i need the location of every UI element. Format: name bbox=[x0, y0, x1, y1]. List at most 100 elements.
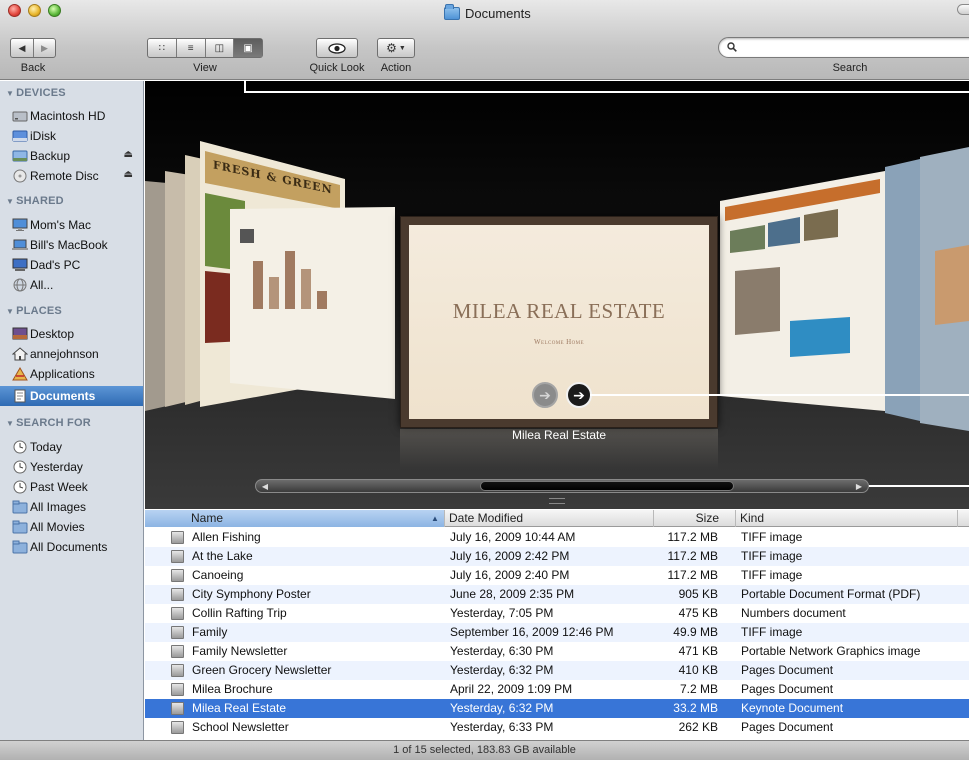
table-row[interactable]: Green Grocery Newsletter Yesterday, 6:32… bbox=[145, 661, 969, 680]
cover-flow-scrollbar[interactable]: ◀ ▶ bbox=[255, 479, 869, 493]
chevron-down-icon: ▼ bbox=[398, 44, 406, 52]
sidebar-header-shared[interactable]: ▼ SHARED bbox=[6, 195, 64, 207]
table-row[interactable]: At the Lake July 16, 2009 2:42 PM 117.2 … bbox=[145, 547, 969, 566]
sidebar-item-moms-mac[interactable]: Mom's Mac bbox=[0, 215, 143, 235]
remote-disc-icon bbox=[13, 169, 27, 183]
next-slide-button[interactable]: ➔ bbox=[566, 382, 592, 408]
folder-icon bbox=[444, 3, 460, 20]
sidebar-item-all-shared[interactable]: All... bbox=[0, 275, 143, 295]
sidebar-item-label: Yesterday bbox=[30, 460, 83, 474]
resize-grip[interactable] bbox=[549, 498, 565, 504]
numbers-file-icon bbox=[171, 607, 184, 620]
scroll-right-arrow-icon[interactable]: ▶ bbox=[850, 480, 868, 492]
zoom-window-button[interactable] bbox=[48, 4, 61, 17]
sidebar-item-dads-pc[interactable]: Dad's PC bbox=[0, 255, 143, 275]
sidebar-item-applications[interactable]: Applications bbox=[0, 364, 143, 384]
pdf-file-icon bbox=[171, 588, 184, 601]
column-header-kind[interactable]: Kind bbox=[736, 510, 958, 527]
sidebar-item-backup[interactable]: Backup ⏏ bbox=[0, 146, 143, 166]
file-date: June 28, 2009 2:35 PM bbox=[450, 587, 575, 601]
sidebar-item-yesterday[interactable]: Yesterday bbox=[0, 457, 143, 477]
file-kind: Pages Document bbox=[741, 663, 834, 677]
cover-flow-scroll-thumb[interactable] bbox=[480, 481, 734, 491]
left-covers[interactable] bbox=[145, 121, 395, 421]
file-name: City Symphony Poster bbox=[192, 587, 311, 601]
table-row[interactable]: City Symphony Poster June 28, 2009 2:35 … bbox=[145, 585, 969, 604]
back-button[interactable]: ◀ bbox=[11, 39, 33, 57]
view-label: View bbox=[193, 62, 217, 74]
cover-title: MILEA REAL ESTATE bbox=[452, 298, 666, 323]
icon-view-button[interactable]: ∷ bbox=[148, 39, 176, 57]
sidebar-item-label: iDisk bbox=[30, 129, 56, 143]
table-row-selected[interactable]: Milea Real Estate Yesterday, 6:32 PM 33.… bbox=[145, 699, 969, 718]
sidebar-item-idisk[interactable]: iDisk bbox=[0, 126, 143, 146]
sidebar-item-label: Backup bbox=[30, 149, 71, 163]
file-kind: TIFF image bbox=[741, 549, 803, 563]
sidebar-item-label: All Images bbox=[30, 500, 87, 514]
sidebar-item-bills-macbook[interactable]: Bill's MacBook bbox=[0, 235, 143, 255]
table-row[interactable]: Collin Rafting Trip Yesterday, 7:05 PM 4… bbox=[145, 604, 969, 623]
table-row[interactable]: Milea Brochure April 22, 2009 1:09 PM 7.… bbox=[145, 680, 969, 699]
sidebar-item-desktop[interactable]: Desktop bbox=[0, 324, 143, 344]
table-row[interactable]: Family Newsletter Yesterday, 6:30 PM 471… bbox=[145, 642, 969, 661]
column-header-size[interactable]: Size bbox=[654, 510, 736, 527]
eject-icon[interactable]: ⏏ bbox=[124, 169, 133, 180]
desktop-icon bbox=[12, 327, 28, 340]
file-size: 117.2 MB bbox=[667, 568, 718, 582]
clock-icon bbox=[13, 480, 27, 494]
table-row[interactable]: Canoeing July 16, 2009 2:40 PM 117.2 MB … bbox=[145, 566, 969, 585]
sidebar-header-search-for[interactable]: ▼ SEARCH FOR bbox=[6, 417, 91, 429]
forward-button[interactable]: ▶ bbox=[32, 39, 55, 57]
right-covers[interactable] bbox=[720, 121, 969, 451]
smart-folder-icon bbox=[12, 540, 28, 554]
previous-slide-button[interactable]: ➔ bbox=[532, 382, 558, 408]
search-input[interactable] bbox=[718, 37, 969, 58]
sidebar-item-today[interactable]: Today bbox=[0, 437, 143, 457]
file-size: 410 KB bbox=[678, 663, 718, 677]
file-kind: TIFF image bbox=[741, 530, 803, 544]
file-date: September 16, 2009 12:46 PM bbox=[450, 625, 614, 639]
sidebar-header-places[interactable]: ▼ PLACES bbox=[6, 305, 62, 317]
file-list: Name ▲ Date Modified Size Kind Allen Fis… bbox=[145, 510, 969, 740]
back-label: Back bbox=[20, 62, 46, 74]
quick-look-button[interactable] bbox=[316, 38, 358, 58]
sidebar-item-label: All Movies bbox=[30, 520, 85, 534]
sidebar-item-label: All... bbox=[30, 278, 54, 292]
table-row[interactable]: Allen Fishing July 16, 2009 10:44 AM 117… bbox=[145, 528, 969, 547]
column-view-button[interactable]: ◫ bbox=[204, 39, 234, 57]
sidebar-item-macintosh-hd[interactable]: Macintosh HD bbox=[0, 106, 143, 126]
minimize-window-button[interactable] bbox=[28, 4, 41, 17]
file-kind: Pages Document bbox=[741, 682, 834, 696]
action-menu-button[interactable]: ⚙ ▼ bbox=[377, 38, 415, 58]
eject-icon[interactable]: ⏏ bbox=[124, 149, 133, 160]
column-header-name[interactable]: Name bbox=[145, 510, 445, 527]
column-header-date[interactable]: Date Modified bbox=[445, 510, 654, 527]
gear-icon: ⚙ bbox=[386, 41, 397, 55]
sidebar-item-all-movies[interactable]: All Movies bbox=[0, 517, 143, 537]
selected-cover[interactable]: MILEA REAL ESTATE Welcome Home bbox=[400, 216, 718, 428]
cover-flow-view-button[interactable]: ▣ bbox=[233, 39, 262, 57]
close-window-button[interactable] bbox=[8, 4, 21, 17]
table-row[interactable]: Family September 16, 2009 12:46 PM 49.9 … bbox=[145, 623, 969, 642]
callout-line-scrollbar bbox=[869, 485, 969, 487]
file-date: Yesterday, 6:32 PM bbox=[450, 663, 554, 677]
sidebar-item-past-week[interactable]: Past Week bbox=[0, 477, 143, 497]
sidebar-header-devices[interactable]: ▼ DEVICES bbox=[6, 87, 66, 99]
file-date: Yesterday, 6:33 PM bbox=[450, 720, 554, 734]
list-view-button[interactable]: ≡ bbox=[175, 39, 205, 57]
table-row[interactable]: School Newsletter Yesterday, 6:33 PM 262… bbox=[145, 718, 969, 737]
network-icon bbox=[13, 278, 27, 292]
cover-flow-view[interactable]: FRESH & GREEN MILEA REAL ESTATE Welcome … bbox=[145, 81, 969, 509]
sidebar-item-all-documents[interactable]: All Documents bbox=[0, 537, 143, 557]
sidebar-item-all-images[interactable]: All Images bbox=[0, 497, 143, 517]
toolbar-toggle-button[interactable] bbox=[957, 4, 969, 15]
file-size: 117.2 MB bbox=[667, 549, 718, 563]
sidebar-item-annejohnson[interactable]: annejohnson bbox=[0, 344, 143, 364]
sort-ascending-icon: ▲ bbox=[431, 514, 439, 523]
scroll-left-arrow-icon[interactable]: ◀ bbox=[256, 480, 274, 492]
file-size: 7.2 MB bbox=[679, 682, 718, 696]
sidebar-item-documents[interactable]: Documents bbox=[0, 386, 143, 406]
pages-file-icon bbox=[171, 721, 184, 734]
disclosure-triangle-icon: ▼ bbox=[6, 419, 15, 428]
sidebar-item-remote-disc[interactable]: Remote Disc ⏏ bbox=[0, 166, 143, 186]
